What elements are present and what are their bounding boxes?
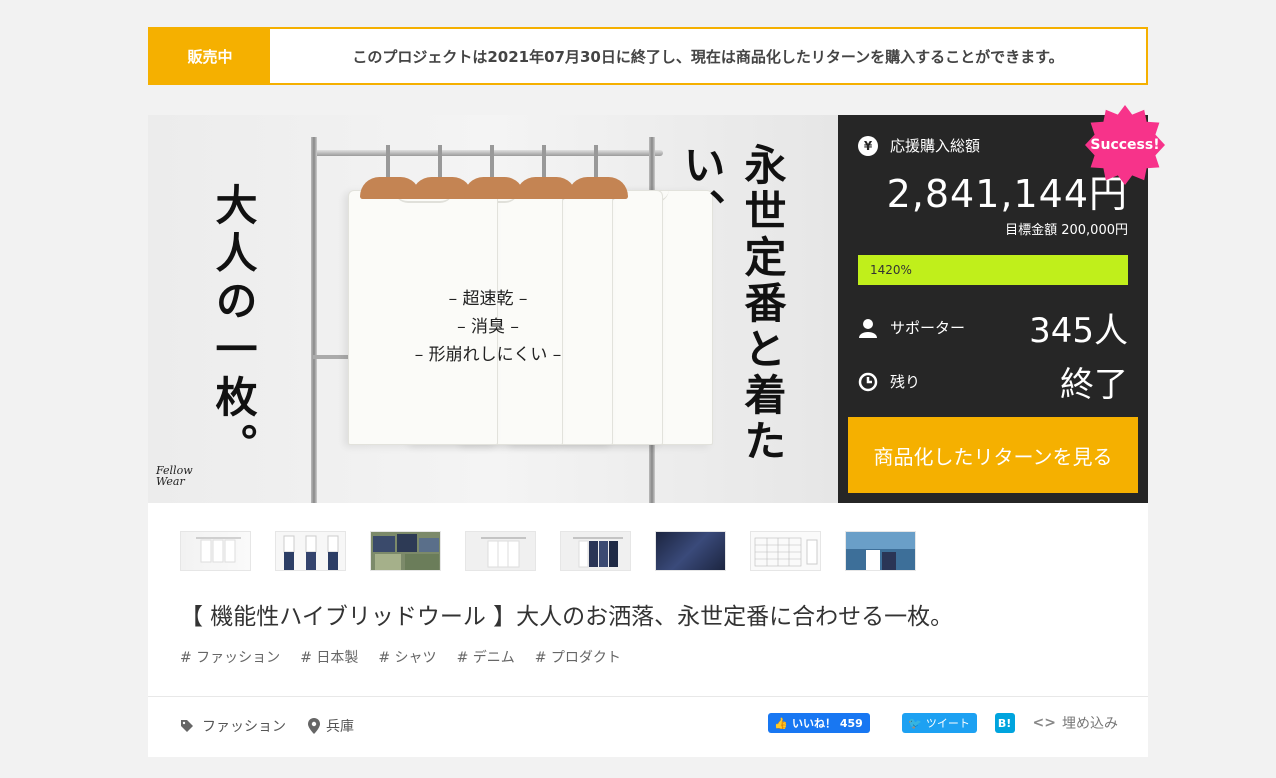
location-link[interactable]: 兵庫 xyxy=(308,716,354,736)
remaining-label-row: 残り xyxy=(858,371,920,392)
thumbnail[interactable] xyxy=(465,531,536,571)
feature-line: – 超速乾 – xyxy=(448,289,528,309)
thumbnail[interactable] xyxy=(560,531,631,571)
code-icon: <> xyxy=(1032,715,1056,731)
clock-icon xyxy=(858,372,878,392)
hanger-wood xyxy=(360,177,420,199)
thumbnail[interactable] xyxy=(750,531,821,571)
status-message: このプロジェクトは2021年07月30日に終了し、現在は商品化したリターンを購入… xyxy=(352,47,1064,66)
project-title: 【 機能性ハイブリッドウール 】大人のお洒落、永世定番に合わせる一枚。 xyxy=(180,604,954,630)
hanger-wood xyxy=(412,177,472,199)
view-returns-button[interactable]: 商品化したリターンを見る xyxy=(848,417,1138,493)
thumbnail[interactable] xyxy=(655,531,726,571)
yen-icon: ¥ xyxy=(858,135,878,156)
twitter-icon: 🐦 xyxy=(908,716,922,730)
total-label: 応援購入総額 xyxy=(890,137,981,155)
feature-line: – 消臭 – xyxy=(457,317,519,337)
hero-headline-left: 大人の一枚。 xyxy=(209,183,258,471)
funding-panel: ¥ 応援購入総額 2,841,144円 目標金額 200,000円 1420% … xyxy=(838,115,1148,503)
user-icon xyxy=(858,318,878,338)
supporters-label: サポーター xyxy=(890,319,966,337)
rack-pole-left xyxy=(311,137,317,503)
map-pin-icon xyxy=(308,718,320,734)
tweet-button[interactable]: 🐦 ツイート xyxy=(901,713,977,733)
hanger-wood xyxy=(568,177,628,199)
hanger-wood xyxy=(464,177,524,199)
tag-link[interactable]: # プロダクト xyxy=(535,647,621,667)
brand-signature: Fellow Wear xyxy=(156,464,193,488)
rack-bar xyxy=(313,150,663,156)
embed-button[interactable]: <> 埋め込み xyxy=(1033,713,1118,733)
tag-link[interactable]: # シャツ xyxy=(378,647,436,667)
thumbnail[interactable] xyxy=(275,531,346,571)
like-label: いいね！ 459 xyxy=(791,717,863,730)
thumbnail[interactable] xyxy=(180,531,251,571)
category-link[interactable]: ファッション xyxy=(180,716,286,736)
hero-headline-right: 永世定番と着たい、 xyxy=(677,143,787,465)
project-info: 【 機能性ハイブリッドウール 】大人のお洒落、永世定番に合わせる一枚。 # ファ… xyxy=(148,503,1148,757)
thumbnail[interactable] xyxy=(370,531,441,571)
target-amount: 目標金額 200,000円 xyxy=(1005,223,1128,238)
facebook-like-button[interactable]: 👍 いいね！ 459 xyxy=(767,713,870,733)
hero-features: – 超速乾 – – 消臭 – – 形崩れしにくい – xyxy=(388,285,588,369)
thumbnail-strip xyxy=(180,531,916,571)
progress-text: 1420% xyxy=(870,263,912,277)
supporters-label-row: サポーター xyxy=(858,317,965,338)
tag-icon xyxy=(180,719,194,733)
category-label: ファッション xyxy=(202,719,286,735)
tweet-label: ツイート xyxy=(925,717,970,730)
embed-label: 埋め込み xyxy=(1062,716,1118,732)
tag-list: # ファッション # 日本製 # シャツ # デニム # プロダクト xyxy=(180,647,621,667)
feature-line: – 形崩れしにくい – xyxy=(414,345,562,365)
share-bar: 👍 いいね！ 459 🐦 ツイート B! <> 埋め込み xyxy=(767,713,1118,733)
total-amount: 2,841,144円 xyxy=(886,172,1128,216)
tag-link[interactable]: # ファッション xyxy=(180,647,280,667)
hatena-bookmark-button[interactable]: B! xyxy=(994,713,1015,733)
status-banner: 販売中 このプロジェクトは2021年07月30日に終了し、現在は商品化したリター… xyxy=(148,27,1148,85)
divider xyxy=(148,696,1148,697)
total-label-row: ¥ 応援購入総額 xyxy=(858,135,980,156)
status-badge: 販売中 xyxy=(150,29,270,83)
remaining-value: 終了 xyxy=(1060,365,1128,405)
tag-link[interactable]: # 日本製 xyxy=(300,647,358,667)
hero-image[interactable]: 大人の一枚。 永世定番と着たい、 – 超速乾 – – 消臭 – – 形崩れしにく… xyxy=(148,115,838,503)
progress-bar: 1420% xyxy=(858,255,1128,285)
project-meta: ファッション 兵庫 xyxy=(180,716,376,736)
thumbs-up-icon: 👍 xyxy=(774,716,788,730)
tag-link[interactable]: # デニム xyxy=(457,647,515,667)
thumbnail[interactable] xyxy=(845,531,916,571)
supporters-value: 345人 xyxy=(1029,311,1128,351)
remaining-label: 残り xyxy=(890,373,921,391)
hanger-wood xyxy=(516,177,576,199)
location-label: 兵庫 xyxy=(326,719,354,735)
